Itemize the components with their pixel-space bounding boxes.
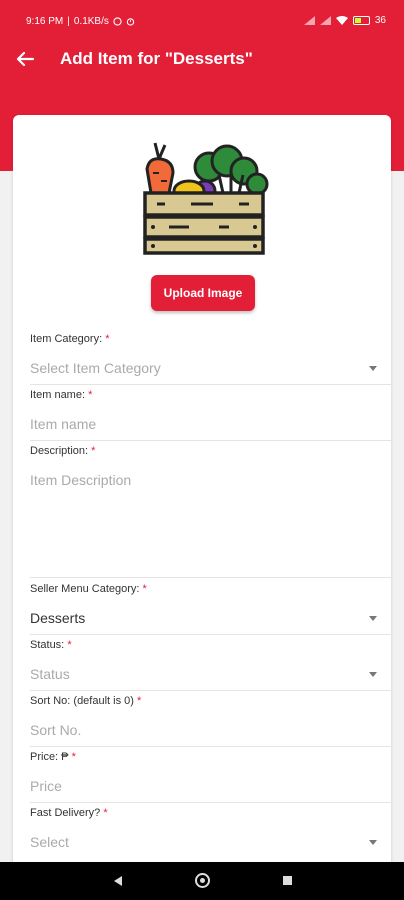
- seller-menu-category-value: Desserts: [30, 610, 86, 626]
- required-marker: *: [67, 639, 72, 651]
- item-category-label: Item Category:: [30, 333, 103, 345]
- dropdown-arrow-icon: [369, 616, 377, 621]
- fast-delivery-select[interactable]: Fast Delivery? * Select: [30, 807, 391, 859]
- status-label: Status:: [30, 639, 65, 651]
- item-name-placeholder: Item name: [30, 416, 97, 432]
- price-placeholder: Price: [30, 778, 62, 794]
- app-bar: Add Item for "Desserts": [0, 40, 404, 78]
- status-bar: 9:16 PM | 0.1KB/s 36: [26, 15, 386, 27]
- item-name-label: Item name:: [30, 389, 86, 401]
- battery-icon: [352, 16, 370, 25]
- seller-menu-category-select[interactable]: Seller Menu Category: * Desserts: [30, 583, 391, 635]
- signal-icon-2: [319, 16, 331, 25]
- system-nav-bar: [0, 862, 404, 900]
- dropdown-arrow-icon: [369, 366, 377, 371]
- status-time: 9:16 PM: [26, 16, 64, 27]
- status-placeholder: Status: [30, 666, 70, 682]
- price-label: Price: ₱: [30, 751, 69, 763]
- fast-delivery-label: Fast Delivery?: [30, 807, 101, 819]
- fast-delivery-placeholder: Select: [30, 834, 69, 850]
- item-category-select[interactable]: Item Category: * Select Item Category: [30, 333, 391, 385]
- arrow-left-icon: [16, 51, 34, 67]
- dropdown-arrow-icon: [369, 672, 377, 677]
- item-name-field[interactable]: Item name: * Item name: [30, 389, 391, 441]
- price-field[interactable]: Price: ₱ * Price: [30, 751, 391, 803]
- upload-image-button[interactable]: Upload Image: [151, 275, 255, 311]
- sort-no-placeholder: Sort No.: [30, 722, 82, 738]
- sort-no-label: Sort No: (default is 0): [30, 695, 134, 707]
- wifi-icon: [335, 16, 348, 25]
- required-marker: *: [71, 751, 76, 763]
- alarm-icon: [126, 18, 135, 26]
- required-marker: *: [91, 445, 96, 457]
- description-placeholder: Item Description: [30, 472, 132, 488]
- required-marker: *: [103, 807, 108, 819]
- nav-home-icon[interactable]: [195, 873, 210, 888]
- description-field[interactable]: Description: * Item Description: [30, 445, 391, 578]
- vegetable-crate-icon: [143, 142, 269, 255]
- form-card: Upload Image Item Category: * Select Ite…: [13, 115, 391, 875]
- required-marker: *: [105, 333, 110, 345]
- item-category-placeholder: Select Item Category: [30, 360, 161, 376]
- battery-level: 36: [374, 15, 386, 26]
- seller-menu-category-label: Seller Menu Category:: [30, 583, 140, 595]
- nav-back-icon[interactable]: [114, 876, 122, 886]
- required-marker: *: [137, 695, 142, 707]
- required-marker: *: [142, 583, 147, 595]
- status-net-speed: 0.1KB/s: [73, 16, 109, 27]
- description-label: Description:: [30, 445, 89, 457]
- status-select[interactable]: Status: * Status: [30, 639, 391, 691]
- sort-no-field[interactable]: Sort No: (default is 0) * Sort No.: [30, 695, 391, 747]
- notification-icon: [113, 17, 122, 26]
- dropdown-arrow-icon: [369, 840, 377, 845]
- nav-recents-icon[interactable]: [283, 876, 292, 885]
- back-button[interactable]: [12, 46, 38, 72]
- signal-icon: [303, 16, 315, 25]
- page-title: Add Item for "Desserts": [60, 49, 253, 68]
- required-marker: *: [88, 389, 93, 401]
